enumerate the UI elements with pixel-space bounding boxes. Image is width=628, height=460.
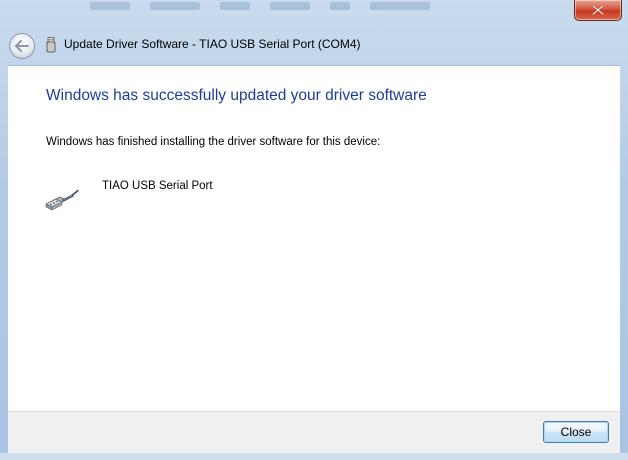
background-window-blur bbox=[70, 0, 590, 34]
serial-port-icon bbox=[45, 189, 79, 211]
device-name: TIAO USB Serial Port bbox=[102, 180, 213, 192]
usb-device-icon bbox=[46, 37, 56, 53]
dialog-window: Update Driver Software - TIAO USB Serial… bbox=[0, 0, 628, 460]
dialog-footer: Close bbox=[8, 411, 620, 454]
window-title: Update Driver Software - TIAO USB Serial… bbox=[64, 37, 361, 51]
back-button[interactable] bbox=[9, 33, 35, 59]
content-panel: Windows has successfully updated your dr… bbox=[8, 65, 620, 412]
back-arrow-icon bbox=[15, 40, 29, 52]
window-close-button[interactable] bbox=[574, 0, 622, 21]
success-heading: Windows has successfully updated your dr… bbox=[46, 87, 427, 104]
install-message: Windows has finished installing the driv… bbox=[46, 136, 381, 148]
close-button[interactable]: Close bbox=[543, 421, 609, 443]
close-icon bbox=[592, 5, 604, 15]
window-bottom-border bbox=[0, 453, 628, 460]
